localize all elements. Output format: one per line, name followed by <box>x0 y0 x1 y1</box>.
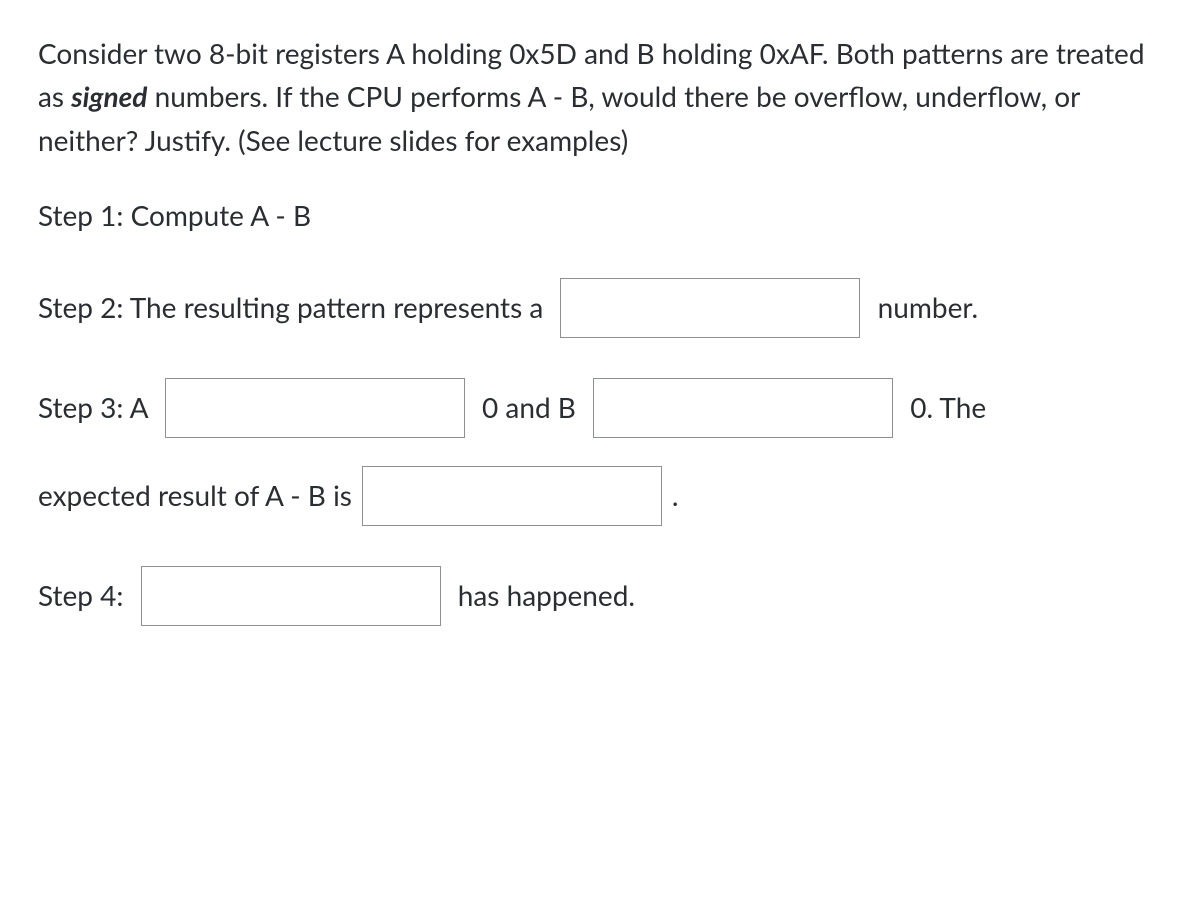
step-4-result-input[interactable] <box>141 566 441 626</box>
step-1-text: Step 1: Compute A - B <box>38 198 311 232</box>
step-2-block: Step 2: The resulting pattern represents… <box>38 278 1162 338</box>
step-3-t1: Step 3: A <box>38 386 155 429</box>
step-2-before: Step 2: The resulting pattern represents… <box>38 286 550 329</box>
intro-signed-word: signed <box>71 79 147 113</box>
step-4-block: Step 4: has happened. <box>38 566 1162 626</box>
step-4-after: has happened. <box>451 574 635 617</box>
step-3-expected-input[interactable] <box>362 466 662 526</box>
step-3-b-relation-input[interactable] <box>593 378 893 438</box>
step-3-t3: 0. The <box>903 386 986 429</box>
question-intro: Consider two 8-bit registers A holding 0… <box>38 32 1162 162</box>
step-2-sign-input[interactable] <box>560 278 860 338</box>
step-3-t2: 0 and B <box>475 386 583 429</box>
step-2-after: number. <box>870 286 978 329</box>
step-1-block: Step 1: Compute A - B <box>38 194 1162 237</box>
step-3-t4: expected result of A - B is <box>38 474 352 517</box>
step-3-a-relation-input[interactable] <box>165 378 465 438</box>
step-3-t5: . <box>672 474 679 517</box>
intro-part2: numbers. If the CPU performs A - B, woul… <box>38 79 1080 156</box>
step-4-before: Step 4: <box>38 574 131 617</box>
step-3-block: Step 3: A 0 and B 0. The expected result… <box>38 378 1162 526</box>
